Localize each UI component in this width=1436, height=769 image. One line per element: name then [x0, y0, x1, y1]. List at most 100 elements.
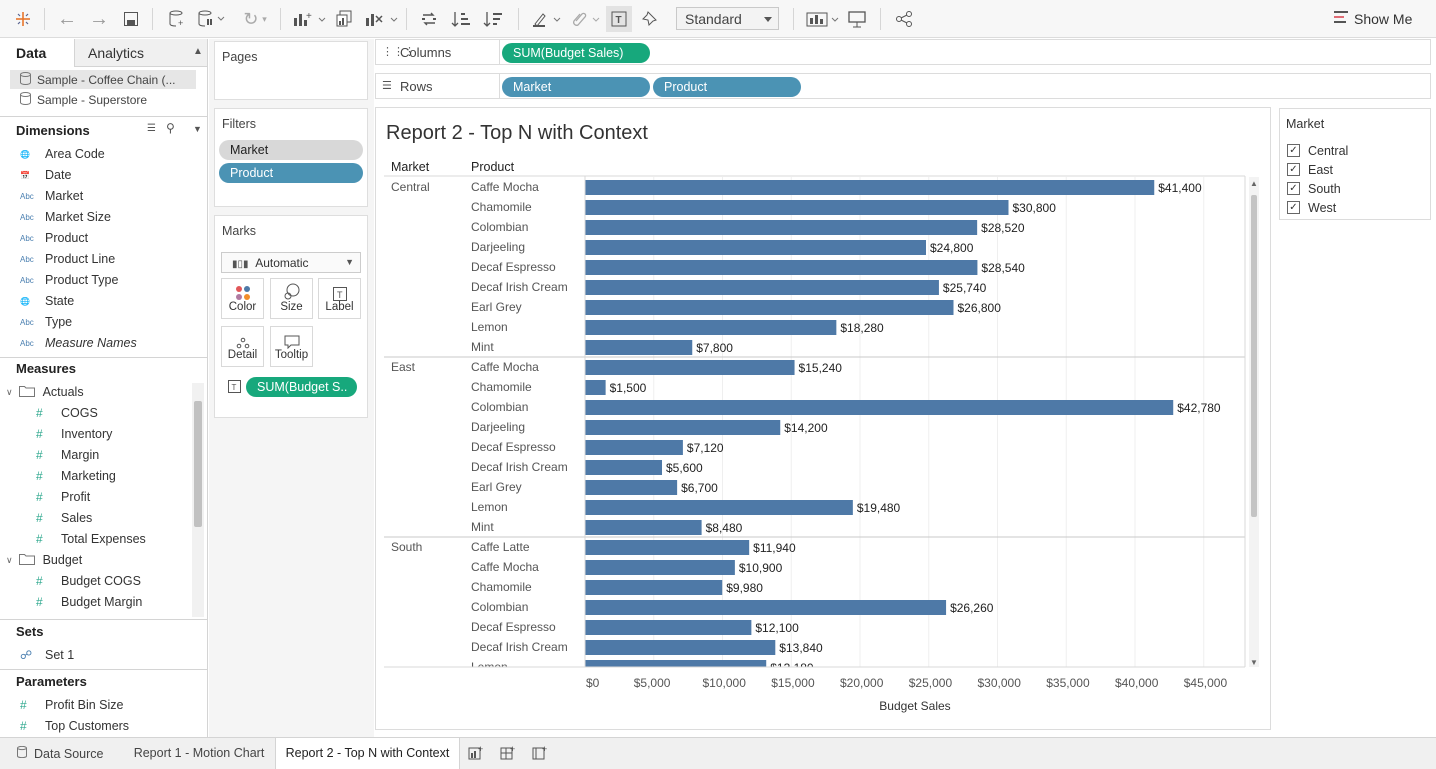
mark-type-select[interactable]: ▮▯▮ Automatic ▼	[221, 252, 361, 273]
field-market-size[interactable]: Abc Market Size	[20, 207, 111, 227]
chart-icon[interactable]	[805, 7, 841, 31]
redo-icon[interactable]: →	[88, 7, 110, 31]
field-marketing[interactable]: # Marketing	[36, 466, 116, 486]
tab-data-source[interactable]: Data Source	[0, 738, 120, 769]
text-label-icon[interactable]: T	[606, 6, 632, 32]
product-label: Chamomile	[471, 380, 532, 394]
bar	[585, 200, 1009, 215]
view-size-select[interactable]: Standard	[676, 7, 779, 30]
tab-report-2[interactable]: Report 2 - Top N with Context	[275, 738, 460, 769]
param-profit-bin-size[interactable]: # Profit Bin Size	[20, 695, 124, 715]
measure-hash-icon: #	[36, 532, 43, 546]
measures-scrollbar[interactable]	[192, 383, 204, 617]
product-label: Lemon	[471, 320, 508, 334]
field-product-line[interactable]: Abc Product Line	[20, 249, 115, 269]
param-top-customers[interactable]: # Top Customers	[20, 716, 129, 736]
bar-value-label: $41,400	[1158, 181, 1202, 195]
show-me-button[interactable]: Show Me	[1334, 10, 1412, 27]
folder-budget[interactable]: ∨ Budget	[6, 550, 82, 570]
bar	[585, 260, 978, 275]
tab-menu-icon[interactable]: ▲	[193, 46, 203, 57]
dimensions-menu-icon[interactable]: ▼	[193, 124, 202, 134]
data-source-item[interactable]: Sample - Superstore	[10, 90, 147, 109]
checkbox-checked-icon[interactable]: ✓	[1287, 182, 1300, 195]
measures-header: Measures	[16, 361, 76, 376]
field-margin[interactable]: # Margin	[36, 445, 99, 465]
x-tick-label: $30,000	[978, 676, 1022, 690]
field-date[interactable]: 📅 Date	[20, 165, 71, 185]
checkbox-checked-icon[interactable]: ✓	[1287, 201, 1300, 214]
tab-data[interactable]: Data	[0, 39, 75, 67]
tab-report-1[interactable]: Report 1 - Motion Chart	[128, 738, 270, 769]
field-measure-names[interactable]: Abc Measure Names	[20, 333, 137, 353]
field-profit[interactable]: # Profit	[36, 487, 90, 507]
abc-icon: Abc	[20, 191, 34, 201]
mark-pill-budget-sales[interactable]: SUM(Budget S..	[246, 377, 357, 397]
field-area-code[interactable]: 🌐 Area Code	[20, 144, 105, 164]
field-cogs[interactable]: # COGS	[36, 403, 98, 423]
legend-item-east[interactable]: ✓ East	[1287, 160, 1333, 179]
field-type[interactable]: Abc Type	[20, 312, 72, 332]
checkbox-checked-icon[interactable]: ✓	[1287, 144, 1300, 157]
columns-shelf: ⋮⋮⋮ Columns SUM(Budget Sales)	[375, 39, 1431, 65]
tooltip-button[interactable]: Tooltip	[270, 326, 313, 367]
pages-card[interactable]: Pages	[214, 41, 368, 100]
legend-item-central[interactable]: ✓ Central	[1287, 141, 1348, 160]
search-icon[interactable]: ⚲	[166, 121, 175, 135]
label-button[interactable]: T Label	[318, 278, 361, 319]
rows-pill-product[interactable]: Product	[653, 77, 801, 97]
bar-value-label: $5,600	[666, 461, 703, 475]
field-total-expenses[interactable]: # Total Expenses	[36, 529, 146, 549]
field-market[interactable]: Abc Market	[20, 186, 83, 206]
duplicate-sheet-icon[interactable]	[333, 7, 355, 31]
size-button[interactable]: Size	[270, 278, 313, 319]
tableau-logo-icon[interactable]	[12, 7, 34, 31]
pin-icon[interactable]	[639, 7, 661, 31]
presentation-icon[interactable]	[846, 7, 868, 31]
new-worksheet-icon[interactable]: +	[291, 7, 327, 31]
legend-item-west[interactable]: ✓ West	[1287, 198, 1336, 217]
filter-pill-product[interactable]: Product	[219, 163, 363, 183]
data-source-item[interactable]: Sample - Coffee Chain (...	[10, 70, 196, 89]
pause-updates-icon[interactable]	[197, 7, 227, 31]
sort-ascending-icon[interactable]	[450, 7, 472, 31]
bar	[585, 440, 683, 455]
bar	[585, 520, 702, 535]
new-story-icon[interactable]: +	[532, 744, 548, 764]
tab-analytics[interactable]: Analytics	[88, 45, 144, 61]
color-button[interactable]: Color	[221, 278, 264, 319]
product-label: Colombian	[471, 600, 528, 614]
clear-sheet-icon[interactable]	[363, 7, 399, 31]
share-icon[interactable]	[893, 7, 915, 31]
product-label: Caffe Mocha	[471, 360, 539, 374]
view-options-icon[interactable]: ☰	[147, 123, 156, 134]
market-filter-legend: Market ✓ Central ✓ East ✓ South ✓ West	[1279, 108, 1431, 220]
new-dashboard-icon[interactable]: +	[500, 744, 516, 764]
detail-button[interactable]: Detail	[221, 326, 264, 367]
columns-pill-budget-sales[interactable]: SUM(Budget Sales)	[502, 43, 650, 63]
rows-pill-market[interactable]: Market	[502, 77, 650, 97]
new-data-source-icon[interactable]: +	[166, 7, 188, 31]
attach-icon[interactable]	[568, 7, 602, 31]
highlight-icon[interactable]	[530, 7, 562, 31]
folder-actuals[interactable]: ∨ Actuals	[6, 382, 84, 402]
swap-icon[interactable]	[418, 7, 440, 31]
field-product[interactable]: Abc Product	[20, 228, 88, 248]
field-budget-margin[interactable]: # Budget Margin	[36, 592, 142, 612]
undo-icon[interactable]: ←	[56, 7, 78, 31]
refresh-icon[interactable]: ↻ ▾	[237, 7, 273, 31]
save-icon[interactable]	[120, 7, 142, 31]
filter-pill-market[interactable]: Market	[219, 140, 363, 160]
data-pane: Data Analytics ▲ Sample - Coffee Chain (…	[0, 39, 208, 737]
new-worksheet-icon[interactable]: +	[468, 744, 484, 764]
sort-descending-icon[interactable]	[482, 7, 504, 31]
field-set-1[interactable]: ☍ Set 1	[20, 645, 74, 665]
field-inventory[interactable]: # Inventory	[36, 424, 112, 444]
legend-item-south[interactable]: ✓ South	[1287, 179, 1341, 198]
field-product-type[interactable]: Abc Product Type	[20, 270, 118, 290]
checkbox-checked-icon[interactable]: ✓	[1287, 163, 1300, 176]
field-budget-cogs[interactable]: # Budget COGS	[36, 571, 141, 591]
bar-value-label: $11,940	[753, 541, 796, 555]
field-sales[interactable]: # Sales	[36, 508, 92, 528]
field-state[interactable]: 🌐 State	[20, 291, 74, 311]
